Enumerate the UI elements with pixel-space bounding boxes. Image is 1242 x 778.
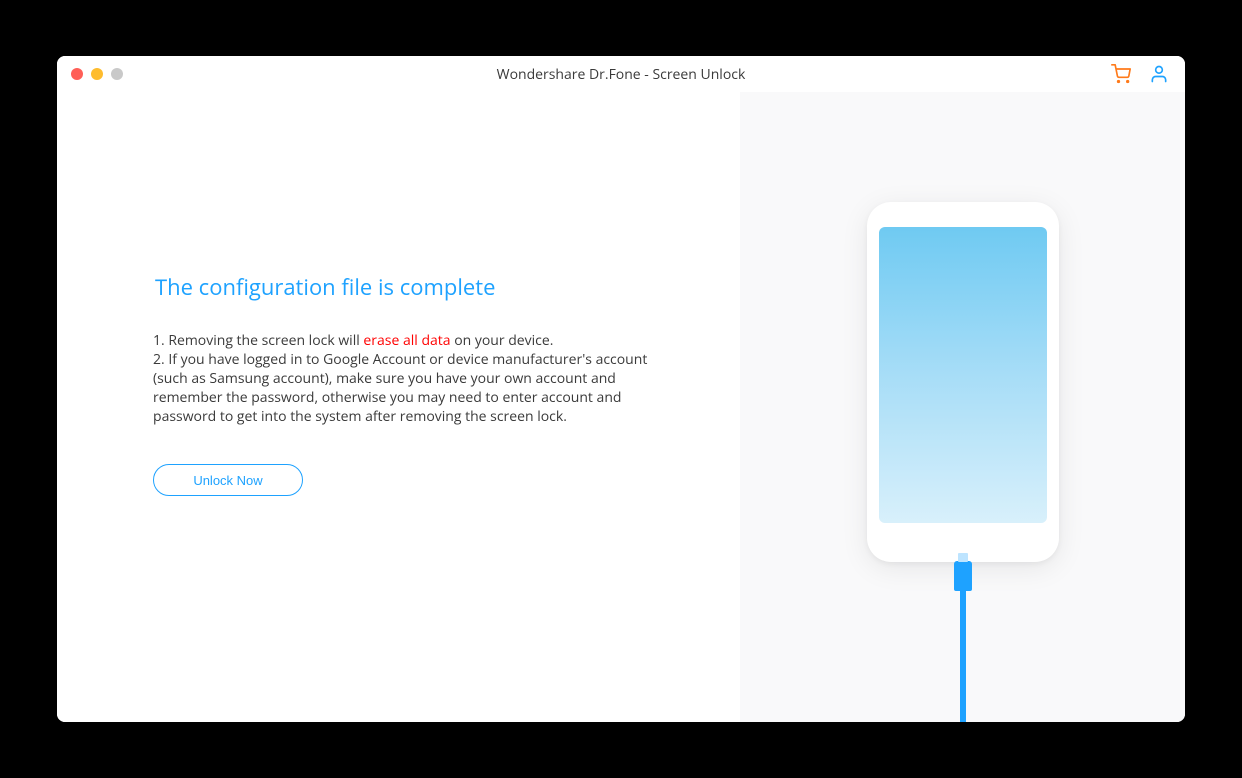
minimize-window-button[interactable] — [91, 68, 103, 80]
window-title: Wondershare Dr.Fone - Screen Unlock — [497, 65, 746, 84]
app-window: Wondershare Dr.Fone - Screen Unlock The … — [57, 56, 1185, 722]
usb-plug-icon — [954, 561, 972, 591]
window-controls — [57, 68, 123, 80]
window-body: The configuration file is complete 1. Re… — [57, 92, 1185, 722]
user-icon[interactable] — [1149, 64, 1169, 84]
titlebar: Wondershare Dr.Fone - Screen Unlock — [57, 56, 1185, 92]
info-block: 1. Removing the screen lock will erase a… — [153, 332, 670, 426]
erase-warning: erase all data — [363, 331, 450, 350]
info-line-2: 2. If you have logged in to Google Accou… — [153, 351, 670, 427]
info-1-prefix: 1. Removing the screen lock will — [153, 331, 363, 350]
cart-icon[interactable] — [1111, 64, 1131, 84]
maximize-window-button[interactable] — [111, 68, 123, 80]
close-window-button[interactable] — [71, 68, 83, 80]
header-actions — [1111, 64, 1169, 84]
illustration-pane — [740, 92, 1185, 722]
content-pane: The configuration file is complete 1. Re… — [57, 92, 740, 722]
phone-screen — [879, 227, 1047, 523]
unlock-now-button[interactable]: Unlock Now — [153, 464, 303, 496]
info-1-suffix: on your device. — [451, 331, 554, 350]
info-line-1: 1. Removing the screen lock will erase a… — [153, 332, 670, 351]
phone-icon — [867, 202, 1059, 562]
page-heading: The configuration file is complete — [155, 272, 670, 302]
usb-cable-icon — [960, 591, 966, 722]
